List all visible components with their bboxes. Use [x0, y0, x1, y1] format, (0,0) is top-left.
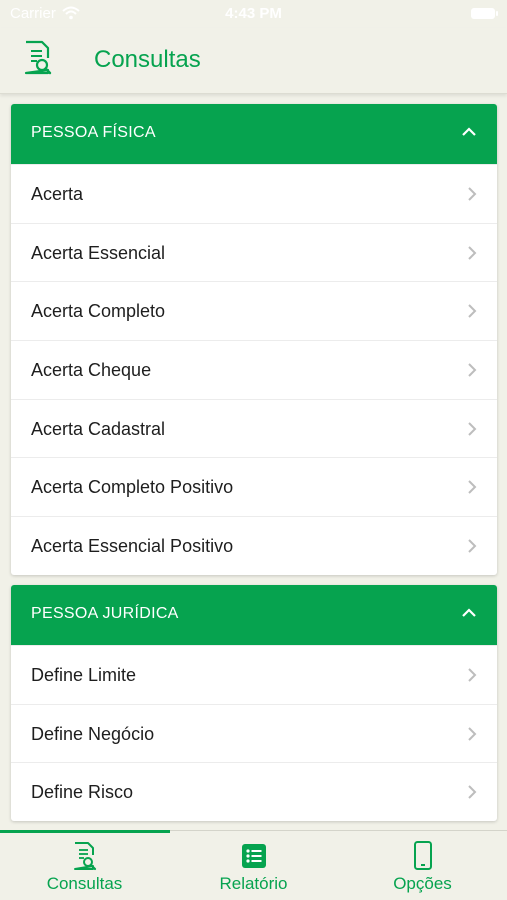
list-item-label: Acerta — [31, 184, 84, 204]
page-title: Consultas — [94, 46, 201, 73]
chevron-right-icon — [467, 479, 477, 500]
section-pessoa-fisica: PESSOA FÍSICA Acerta Acerta Essencial Ac… — [11, 104, 497, 575]
list-item-label: Acerta Completo — [31, 301, 166, 322]
list-item-acerta-cadastral[interactable]: Acerta Cadastral — [11, 398, 497, 458]
tab-opcoes[interactable]: Opções — [338, 831, 507, 900]
list-item-label: Define Risco — [31, 782, 134, 803]
chevron-right-icon — [467, 245, 477, 266]
chevron-right-icon — [467, 538, 477, 559]
list-item-acerta-cheque[interactable]: Acerta Cheque — [11, 340, 497, 399]
list-item-define-negocio[interactable]: Define Negócio — [11, 703, 497, 763]
list-item-label: Acerta Cadastral — [31, 418, 166, 439]
tab-label: Relatório — [219, 874, 288, 893]
section-title: PESSOA JURÍDICA — [31, 604, 179, 622]
list-item-label: Define Limite — [31, 664, 137, 685]
section-pessoa-juridica: PESSOA JURÍDICA Define Limite Define Neg… — [11, 584, 497, 821]
tab-consultas[interactable]: Consultas — [0, 831, 169, 900]
app-header: Consultas — [0, 28, 507, 94]
list-item-define-limite[interactable]: Define Limite — [11, 644, 497, 704]
list-item-acerta[interactable]: Acerta — [11, 164, 497, 223]
chevron-right-icon — [467, 726, 477, 747]
section-title: PESSOA FÍSICA — [31, 124, 156, 141]
list-item-acerta-completo[interactable]: Acerta Completo — [11, 281, 497, 340]
list-item-acerta-completo-positivo[interactable]: Acerta Completo Positivo — [11, 457, 497, 516]
section-header-pessoa-fisica[interactable]: PESSOA FÍSICA — [11, 104, 497, 164]
list-item-acerta-essencial-positivo[interactable]: Acerta Essencial Positivo — [11, 516, 497, 575]
chevron-right-icon — [467, 667, 477, 688]
chevron-up-icon — [461, 606, 477, 624]
phone-icon — [338, 841, 507, 876]
chevron-right-icon — [467, 303, 477, 324]
list-item-label: Acerta Completo Positivo — [31, 477, 234, 498]
list-icon — [169, 841, 338, 874]
chevron-right-icon — [467, 186, 477, 207]
document-search-icon — [0, 841, 169, 876]
list-item-label: Define Negócio — [31, 723, 155, 744]
chevron-up-icon — [461, 125, 477, 143]
section-header-pessoa-juridica[interactable]: PESSOA JURÍDICA — [11, 584, 497, 645]
status-bar: Carrier 4:43 PM — [0, 0, 507, 28]
tab-relatorio[interactable]: Relatório — [169, 831, 338, 900]
consultas-list: PESSOA FÍSICA Acerta Acerta Essencial Ac… — [11, 104, 497, 831]
chevron-right-icon — [467, 362, 477, 383]
document-search-icon — [22, 40, 54, 81]
chevron-right-icon — [467, 421, 477, 442]
list-item-acerta-essencial[interactable]: Acerta Essencial — [11, 222, 497, 282]
battery-icon — [471, 8, 498, 19]
list-item-label: Acerta Cheque — [31, 360, 152, 381]
list-item-define-risco[interactable]: Define Risco — [11, 762, 497, 821]
tab-label: Opções — [393, 874, 452, 893]
list-item-label: Acerta Essencial — [31, 242, 166, 263]
chevron-right-icon — [467, 784, 477, 805]
clock: 4:43 PM — [225, 5, 282, 22]
tab-label: Consultas — [46, 874, 123, 893]
list-item-label: Acerta Essencial Positivo — [31, 536, 234, 557]
tab-bar: Consultas Relatório Opções — [0, 830, 507, 900]
